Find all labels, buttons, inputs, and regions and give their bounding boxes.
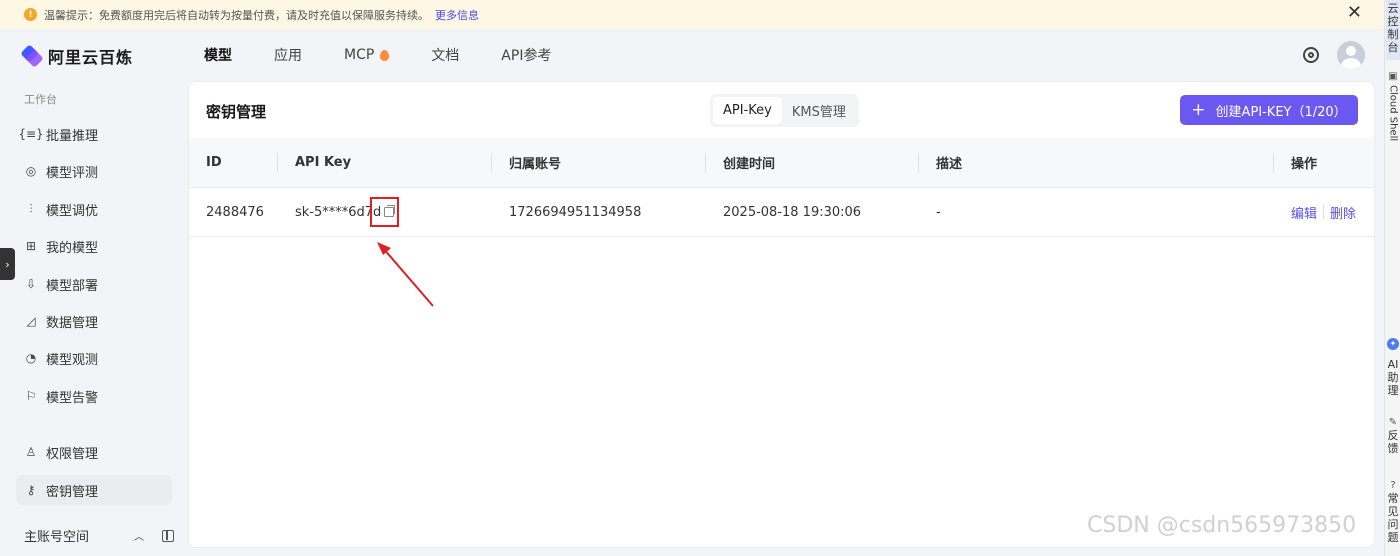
sidebar-item-permissions[interactable]: ♙ 权限管理 (16, 437, 172, 467)
cell-account: 1726694951134958 (509, 204, 642, 220)
avatar[interactable] (1337, 41, 1365, 69)
sidebar-item-batch-inference[interactable]: {≡} 批量推理 (16, 119, 172, 149)
sidebar-item-label: 数据管理 (46, 315, 99, 331)
pencil-icon: ✎ (1388, 417, 1398, 428)
warning-icon: ! (24, 8, 37, 21)
tab-switcher: API-Key KMS管理 (710, 94, 859, 127)
nav-docs[interactable]: 文档 (431, 45, 459, 65)
batch-icon: {≡} (18, 127, 44, 141)
page-title: 密钥管理 (206, 103, 267, 121)
nav-models[interactable]: 模型 (204, 45, 232, 65)
col-actions: 操作 (1291, 157, 1318, 172)
table-row: 2488476 sk-5****6d7d 1726694951134958 20… (189, 188, 1374, 237)
sidebar-item-model-tuning[interactable]: ⫶ 模型调优 (16, 194, 172, 224)
logo-icon (20, 44, 44, 68)
col-id: ID (206, 155, 222, 170)
question-icon: ? (1390, 480, 1396, 491)
sliders-icon: ⫶ (29, 201, 33, 216)
grid-icon: ⊞ (25, 239, 37, 253)
sidebar-item-label: 模型评测 (46, 165, 99, 181)
tab-kms[interactable]: KMS管理 (782, 97, 856, 124)
table-header: ID API Key 归属账号 创建时间 描述 操作 (189, 138, 1374, 188)
nav-mcp-label: MCP (344, 47, 375, 63)
sidebar: 工作台 {≡} 批量推理 ◎ 模型评测 ⫶ 模型调优 ⊞ 我的模型 ⇩ 模型部署 ◿ 数据管… (0, 81, 188, 556)
sidebar-item-label: 我的模型 (46, 240, 99, 256)
sidebar-item-label: 模型告警 (46, 390, 99, 406)
account-space-label: 主账号空间 (24, 530, 90, 545)
create-api-key-label: 创建API-KEY（1/20） (1215, 104, 1347, 120)
annotation-arrow-icon (377, 242, 434, 307)
nav-apps[interactable]: 应用 (274, 45, 302, 65)
notice-banner: ! 温馨提示：免费额度用完后将自动转为按量付费，请及时充值以保障服务持续。 更多… (0, 0, 1384, 29)
edit-link[interactable]: 编辑 (1291, 203, 1317, 222)
download-box-icon: ⇩ (25, 277, 37, 291)
sidebar-item-label: 权限管理 (46, 446, 99, 462)
expand-chevron-icon[interactable]: › (0, 248, 15, 280)
cell-created: 2025-08-18 19:30:06 (723, 204, 862, 220)
ai-assistant-link[interactable]: ✦ AI助理 (1386, 338, 1400, 397)
key-icon: ⚷ (26, 483, 36, 497)
cloud-shell-link[interactable]: ▣ Cloud Shell (1386, 70, 1400, 141)
chart-icon: ◿ (26, 314, 36, 328)
sidebar-item-label: 批量推理 (46, 128, 99, 144)
key-management-card: 密钥管理 API-Key KMS管理 + 创建API-KEY（1/20） ID … (188, 81, 1375, 548)
ai-icon: ✦ (1387, 338, 1399, 350)
sidebar-item-keys[interactable]: ⚷ 密钥管理 (16, 475, 172, 505)
col-created: 创建时间 (723, 157, 776, 172)
main-nav: 模型 应用 MCP 文档 API参考 (204, 45, 593, 65)
feedback-label: 反馈 (1387, 429, 1399, 455)
col-account: 归属账号 (509, 157, 562, 172)
logo[interactable]: 阿里云百炼 (20, 44, 134, 68)
sidebar-section-title: 工作台 (24, 93, 57, 106)
sidebar-item-label: 模型调优 (46, 203, 99, 219)
api-key-value: sk-5****6d7d (295, 204, 382, 220)
feedback-link[interactable]: ✎ 反馈 (1386, 416, 1400, 455)
compass-icon: ◎ (25, 164, 37, 178)
cell-id: 2488476 (206, 204, 264, 220)
sidebar-item-label: 模型观测 (46, 352, 99, 368)
sidebar-item-alert[interactable]: ⚐ 模型告警 (16, 381, 172, 411)
sidebar-item-model-eval[interactable]: ◎ 模型评测 (16, 156, 172, 186)
cell-description: - (936, 204, 941, 220)
highlight-box (370, 197, 399, 227)
sidebar-item-label: 模型部署 (46, 278, 99, 294)
sidebar-item-data[interactable]: ◿ 数据管理 (16, 306, 172, 336)
logo-text: 阿里云百炼 (48, 48, 134, 67)
delete-link[interactable]: 删除 (1330, 203, 1356, 222)
sidebar-item-label: 密钥管理 (46, 484, 99, 500)
console-link[interactable]: 云控制台 (1386, 0, 1400, 60)
sidebar-item-my-models[interactable]: ⊞ 我的模型 (16, 231, 172, 261)
faq-link[interactable]: ? 常见问题 (1386, 479, 1400, 544)
right-rail: 云控制台 ▣ Cloud Shell ✦ AI助理 ✎ 反馈 ? 常见问题 (1384, 0, 1400, 556)
collapse-sidebar-icon[interactable] (162, 529, 174, 542)
alert-icon: ⚐ (25, 389, 37, 403)
create-api-key-button[interactable]: + 创建API-KEY（1/20） (1180, 95, 1358, 125)
api-key-table: ID API Key 归属账号 创建时间 描述 操作 2488476 sk-5*… (189, 138, 1374, 237)
ai-label: AI助理 (1387, 358, 1399, 397)
nav-mcp[interactable]: MCP (344, 45, 390, 65)
close-icon[interactable]: ✕ (1347, 3, 1362, 23)
tab-api-key[interactable]: API-Key (713, 97, 782, 124)
terminal-icon: ▣ (1388, 71, 1398, 82)
plus-icon: + (1191, 99, 1206, 120)
account-space: 主账号空间 ︿ (24, 526, 174, 545)
settings-gear-icon[interactable] (1303, 47, 1319, 63)
observe-icon: ◔ (25, 351, 37, 365)
faq-label: 常见问题 (1387, 492, 1399, 544)
flame-icon (380, 49, 390, 61)
col-description: 描述 (936, 157, 963, 172)
watermark: CSDN @csdn565973850 (1087, 513, 1357, 538)
sidebar-item-deploy[interactable]: ⇩ 模型部署 (16, 269, 172, 299)
cell-actions: 编辑 删除 (1291, 188, 1356, 236)
col-api-key: API Key (295, 155, 352, 170)
notice-text: 温馨提示：免费额度用完后将自动转为按量付费，请及时充值以保障服务持续。 (44, 8, 429, 22)
nav-api-reference[interactable]: API参考 (501, 45, 551, 65)
user-icon: ♙ (25, 445, 37, 459)
top-header: 阿里云百炼 模型 应用 MCP 文档 API参考 (0, 29, 1384, 81)
sidebar-item-observe[interactable]: ◔ 模型观测 (16, 343, 172, 373)
more-info-link[interactable]: 更多信息 (435, 7, 479, 23)
chevron-up-icon[interactable]: ︿ (134, 528, 144, 543)
cloud-shell-label: Cloud Shell (1387, 85, 1399, 142)
